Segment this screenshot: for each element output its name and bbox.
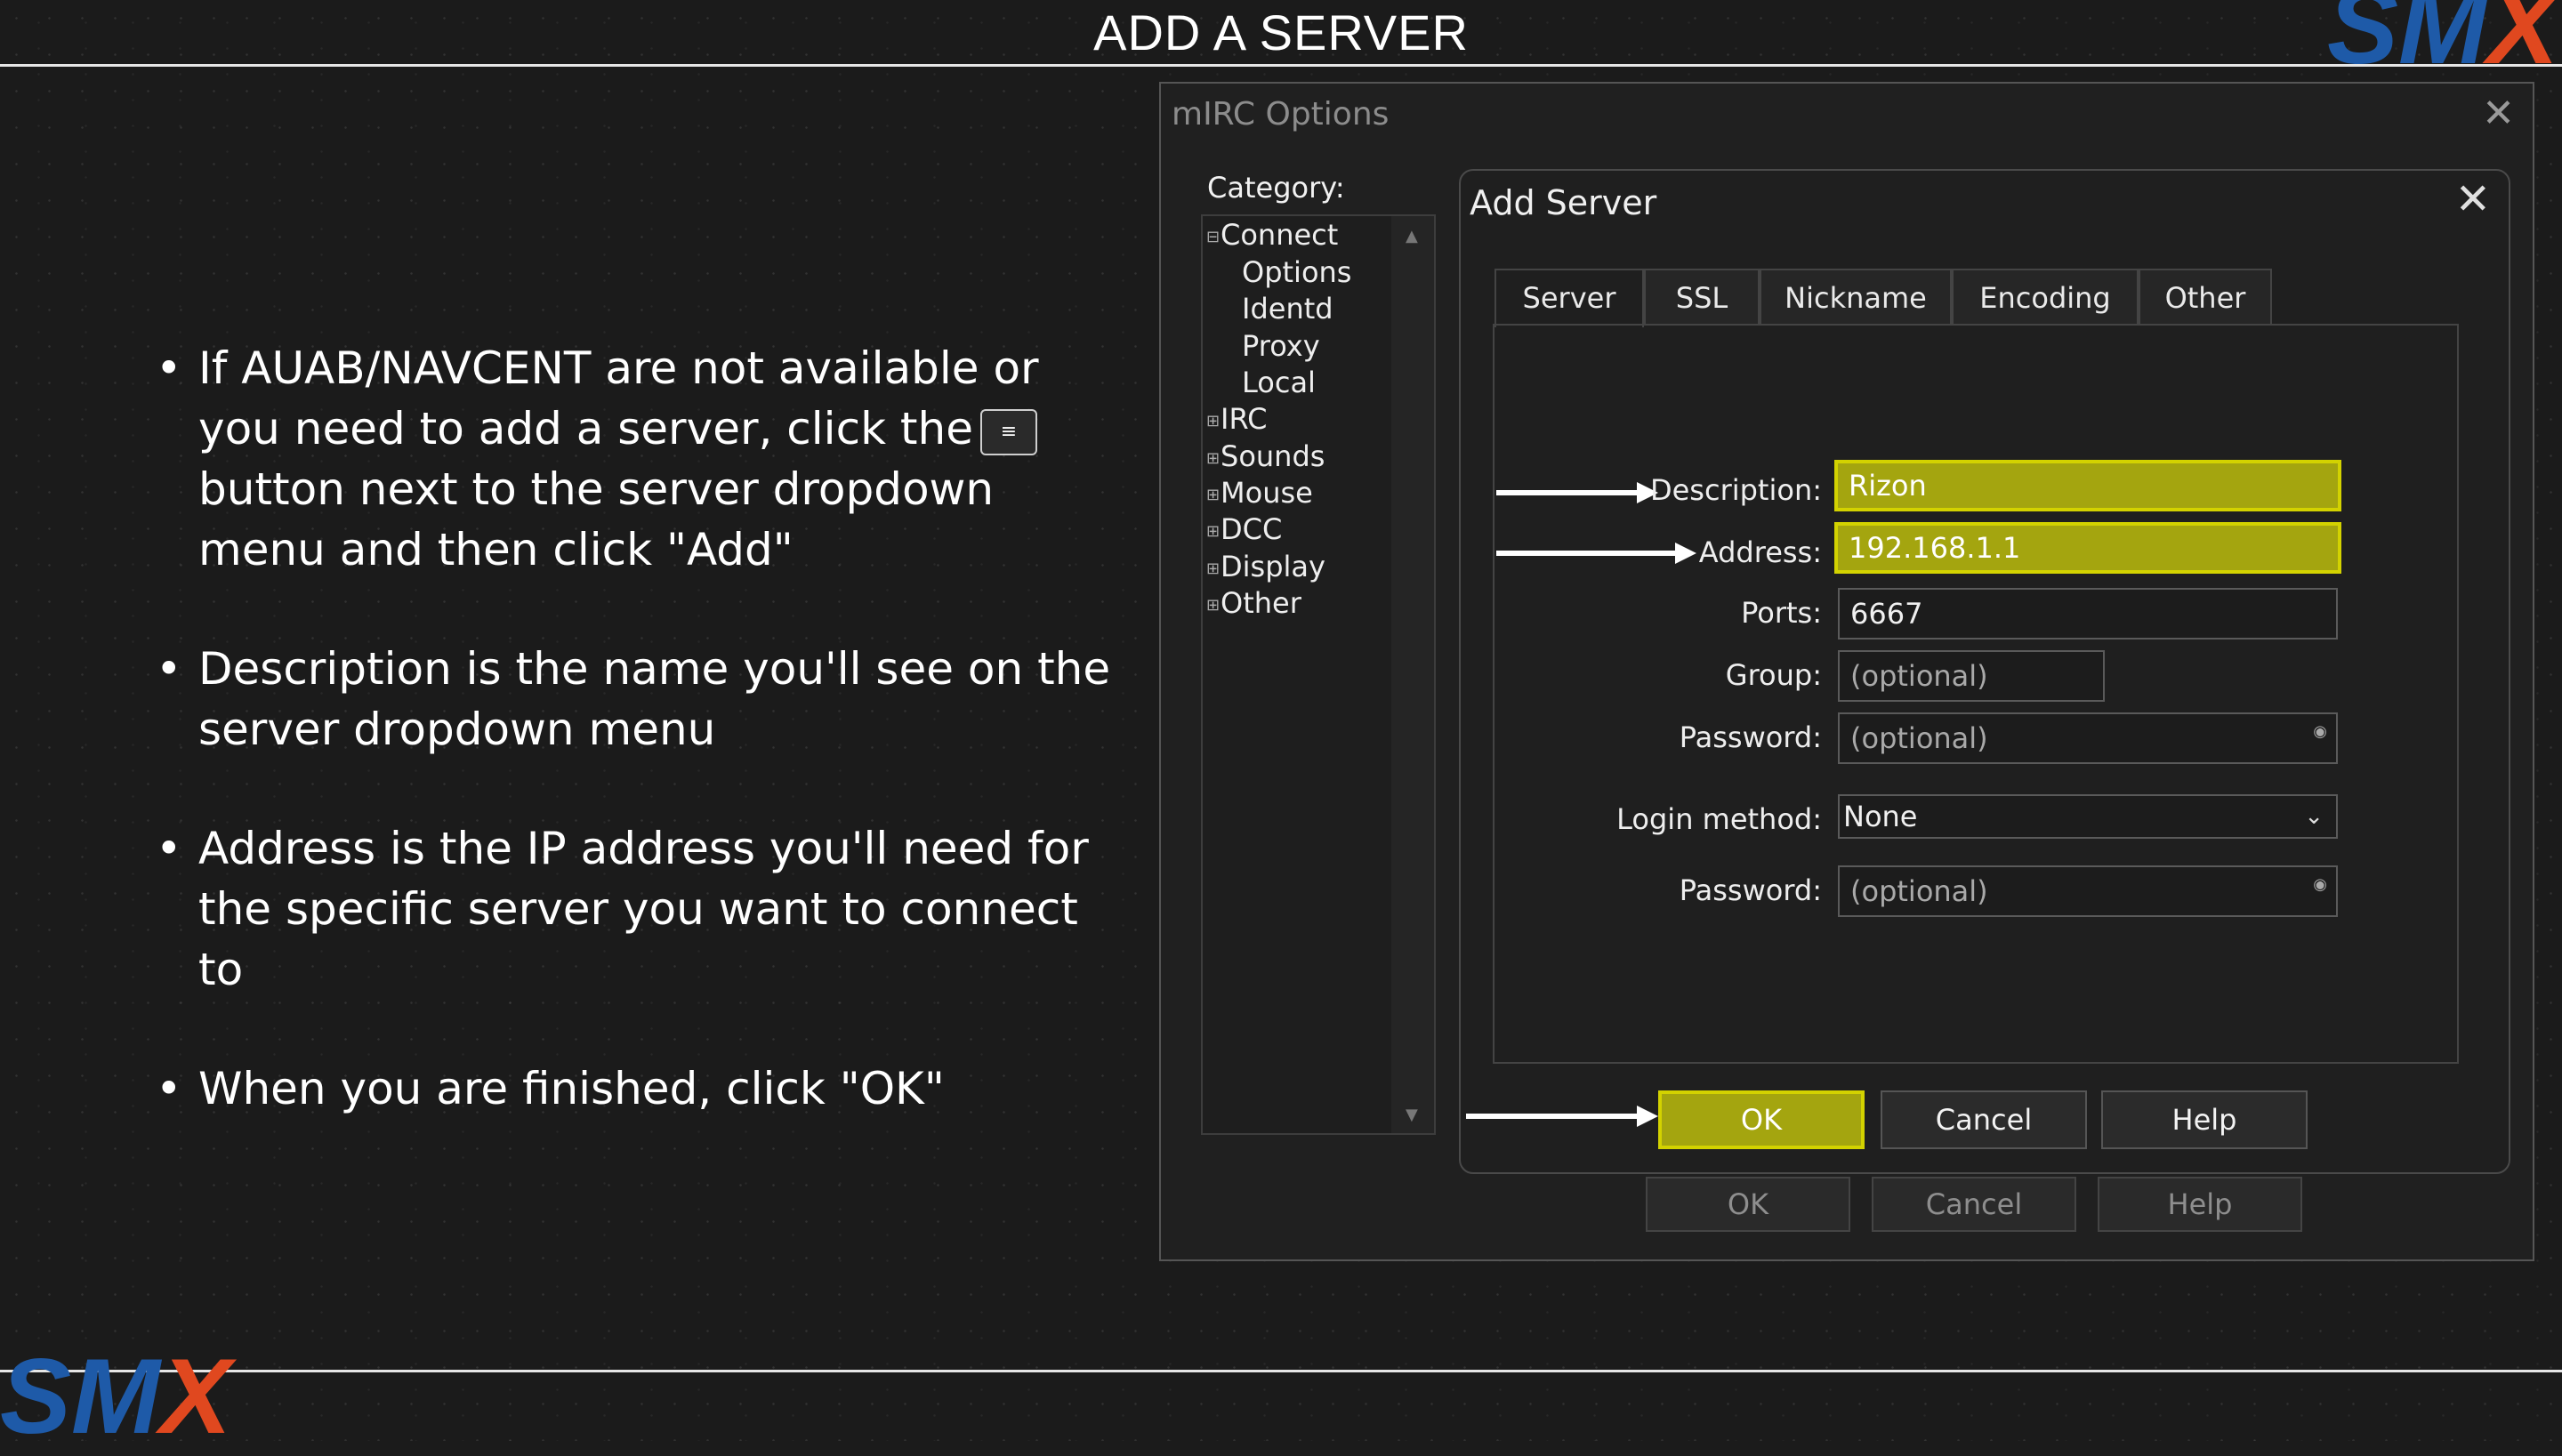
address-label: Address: xyxy=(1698,535,1822,569)
options-window-title: mIRC Options xyxy=(1172,96,1390,133)
cancel-button[interactable]: Cancel xyxy=(1881,1090,2087,1149)
eye-icon[interactable]: ◉ xyxy=(2313,867,2327,903)
smx-logo-top: SMX xyxy=(2326,0,2558,86)
password-label: Password: xyxy=(1679,720,1822,754)
options-ok-button[interactable]: OK xyxy=(1646,1177,1850,1232)
expand-icon[interactable]: ⊞ xyxy=(1206,596,1221,615)
chevron-down-icon[interactable]: ⌄ xyxy=(2304,796,2324,837)
dialog-title: Add Server xyxy=(1470,183,1657,222)
tab-other[interactable]: Other xyxy=(2139,269,2272,324)
tree-item-irc[interactable]: ⊞IRC xyxy=(1206,402,1267,436)
tab-encoding[interactable]: Encoding xyxy=(1952,269,2139,324)
footer-line xyxy=(0,1370,2562,1372)
group-field[interactable]: (optional) xyxy=(1838,650,2105,702)
ports-label: Ports: xyxy=(1741,596,1822,630)
tree-item-options[interactable]: Options xyxy=(1242,255,1351,289)
ok-button[interactable]: OK xyxy=(1658,1090,1865,1149)
tab-server[interactable]: Server xyxy=(1494,269,1644,327)
description-field[interactable]: Rizon xyxy=(1834,460,2341,511)
tree-item-proxy[interactable]: Proxy xyxy=(1242,329,1320,363)
bullet-list: If AUAB/NAVCENT are not available or you… xyxy=(156,338,1134,1178)
collapse-icon[interactable]: ⊟ xyxy=(1206,228,1221,246)
pointer-arrow-ok xyxy=(1466,1106,1658,1127)
tree-scrollbar[interactable]: ▲ ▼ xyxy=(1391,216,1434,1133)
description-label: Description: xyxy=(1649,473,1822,507)
address-field[interactable]: 192.168.1.1 xyxy=(1834,522,2341,574)
close-icon[interactable]: ✕ xyxy=(2482,91,2515,136)
expand-icon[interactable]: ⊞ xyxy=(1206,486,1221,504)
tree-item-display[interactable]: ⊞Display xyxy=(1206,550,1325,583)
expand-icon[interactable]: ⊞ xyxy=(1206,412,1221,430)
category-tree[interactable]: ⊟Connect Options Identd Proxy Local ⊞IRC… xyxy=(1201,214,1436,1135)
tree-item-other[interactable]: ⊞Other xyxy=(1206,586,1301,620)
tree-item-sounds[interactable]: ⊞Sounds xyxy=(1206,439,1325,473)
scroll-up-icon[interactable]: ▲ xyxy=(1406,227,1418,245)
bullet-description: Description is the name you'll see on th… xyxy=(156,639,1134,760)
tree-item-local[interactable]: Local xyxy=(1242,366,1316,399)
login-password-field[interactable]: (optional) ◉ xyxy=(1838,865,2338,917)
category-label: Category: xyxy=(1207,171,1345,205)
password-field[interactable]: (optional) ◉ xyxy=(1838,712,2338,764)
slide-title: ADD A SERVER xyxy=(1093,4,1469,60)
smx-logo-bottom: SMX xyxy=(0,1337,232,1456)
bullet-address: Address is the IP address you'll need fo… xyxy=(156,818,1134,1000)
expand-icon[interactable]: ⊞ xyxy=(1206,522,1221,541)
tab-nickname[interactable]: Nickname xyxy=(1760,269,1952,324)
group-label: Group: xyxy=(1725,658,1822,692)
login-password-label: Password: xyxy=(1679,873,1822,907)
server-menu-button-icon: ≡ xyxy=(979,408,1037,455)
tree-item-dcc[interactable]: ⊞DCC xyxy=(1206,512,1282,546)
close-icon[interactable]: ✕ xyxy=(2455,174,2491,224)
eye-icon[interactable]: ◉ xyxy=(2313,714,2327,750)
tree-item-connect[interactable]: ⊟Connect xyxy=(1206,218,1338,252)
title-bar: ADD A SERVER xyxy=(0,0,2562,67)
scroll-down-icon[interactable]: ▼ xyxy=(1406,1106,1418,1124)
login-method-label: Login method: xyxy=(1616,802,1822,836)
expand-icon[interactable]: ⊞ xyxy=(1206,449,1221,468)
options-help-button[interactable]: Help xyxy=(2098,1177,2302,1232)
options-cancel-button[interactable]: Cancel xyxy=(1872,1177,2076,1232)
bullet-add-server: If AUAB/NAVCENT are not available or you… xyxy=(156,338,1134,580)
add-server-dialog: Add Server ✕ Server SSL Nickname Encodin… xyxy=(1459,169,2510,1174)
help-button[interactable]: Help xyxy=(2101,1090,2308,1149)
tree-item-mouse[interactable]: ⊞Mouse xyxy=(1206,476,1313,510)
tab-ssl[interactable]: SSL xyxy=(1644,269,1760,324)
tree-item-identd[interactable]: Identd xyxy=(1242,292,1333,326)
bullet-ok: When you are finished, click "OK" xyxy=(156,1058,1134,1119)
expand-icon[interactable]: ⊞ xyxy=(1206,559,1221,578)
ports-field[interactable]: 6667 xyxy=(1838,588,2338,640)
login-method-select[interactable]: None ⌄ xyxy=(1838,794,2338,839)
